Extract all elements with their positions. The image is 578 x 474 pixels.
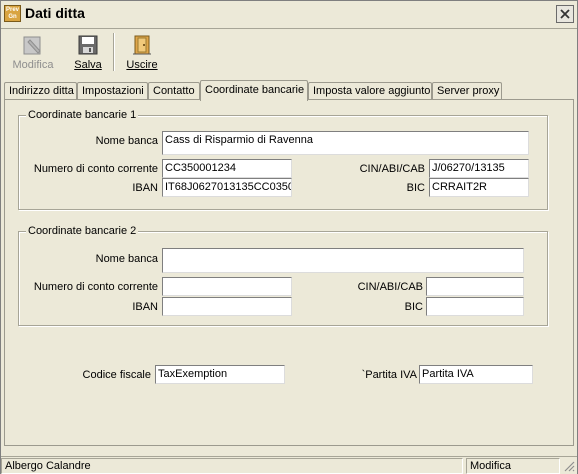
bic-2-field[interactable]	[426, 297, 524, 316]
toolbar-separator	[113, 33, 115, 71]
salva-label: Salva	[74, 59, 102, 71]
dati-ditta-window: Prev Gn Dati ditta Modifica Salva Uscire…	[0, 0, 578, 474]
resize-grip-icon[interactable]	[563, 460, 575, 472]
close-button[interactable]	[556, 5, 574, 23]
partita-iva-field[interactable]: Partita IVA	[419, 365, 533, 384]
status-mode: Modifica	[466, 458, 560, 474]
bic-1-field[interactable]: CRRAIT2R	[429, 178, 529, 197]
uscire-button[interactable]: Uscire	[118, 32, 166, 74]
window-title: Dati ditta	[25, 5, 85, 21]
edit-pencil-icon	[23, 36, 41, 55]
bic-1-label: BIC	[406, 182, 425, 194]
title-separator	[1, 28, 577, 29]
cin-abi-cab-2-field[interactable]	[426, 277, 524, 296]
iban-2-field[interactable]	[162, 297, 292, 316]
cin-abi-cab-2-label: CIN/ABI/CAB	[357, 281, 423, 293]
tab-imposta-valore-aggiunto[interactable]: Imposta valore aggiunto	[308, 82, 432, 100]
conto-1-label: Numero di conto corrente	[33, 163, 158, 175]
bic-2-label: BIC	[404, 301, 423, 313]
exit-door-icon	[133, 35, 151, 55]
modifica-label: Modifica	[12, 59, 54, 71]
codice-fiscale-label: Codice fiscale	[82, 369, 151, 381]
cin-abi-cab-1-field[interactable]: J/06270/13135	[429, 159, 529, 178]
group1-title: Coordinate bancarie 1	[26, 109, 139, 121]
partita-iva-label: `Partita IVA	[361, 369, 417, 381]
salva-button[interactable]: Salva	[64, 32, 112, 74]
cin-abi-cab-1-label: CIN/ABI/CAB	[359, 163, 425, 175]
modifica-button[interactable]: Modifica	[9, 32, 57, 74]
conto-2-label: Numero di conto corrente	[33, 281, 158, 293]
nome-banca-1-field[interactable]: Cass di Risparmio di Ravenna	[162, 131, 529, 155]
group2-title: Coordinate bancarie 2	[26, 225, 139, 237]
iban-1-field[interactable]: IT68J0627013135CC0350	[162, 178, 292, 197]
tab-server-proxy[interactable]: Server proxy	[432, 82, 502, 100]
nome-banca-2-label: Nome banca	[95, 253, 158, 265]
conto-2-field[interactable]	[162, 277, 292, 296]
codice-fiscale-field[interactable]: TaxExemption	[155, 365, 285, 384]
iban-2-label: IBAN	[132, 301, 158, 313]
nome-banca-2-field[interactable]	[162, 248, 524, 273]
tab-impostazioni[interactable]: Impostazioni	[77, 82, 148, 100]
tab-indirizzo-ditta[interactable]: Indirizzo ditta	[4, 82, 77, 100]
iban-1-label: IBAN	[132, 182, 158, 194]
app-icon: Prev Gn	[4, 5, 21, 22]
title-bar: Prev Gn Dati ditta	[1, 1, 577, 28]
status-user: Albergo Calandre	[1, 458, 463, 474]
nome-banca-1-label: Nome banca	[95, 135, 158, 147]
conto-1-field[interactable]: CC350001234	[162, 159, 292, 178]
save-disk-icon	[78, 35, 98, 55]
close-icon	[560, 9, 570, 19]
tab-coordinate-bancarie[interactable]: Coordinate bancarie	[200, 80, 308, 101]
uscire-label: Uscire	[126, 59, 158, 71]
tab-contatto[interactable]: Contatto	[148, 82, 200, 100]
status-bar: Albergo Calandre Modifica	[1, 456, 577, 474]
